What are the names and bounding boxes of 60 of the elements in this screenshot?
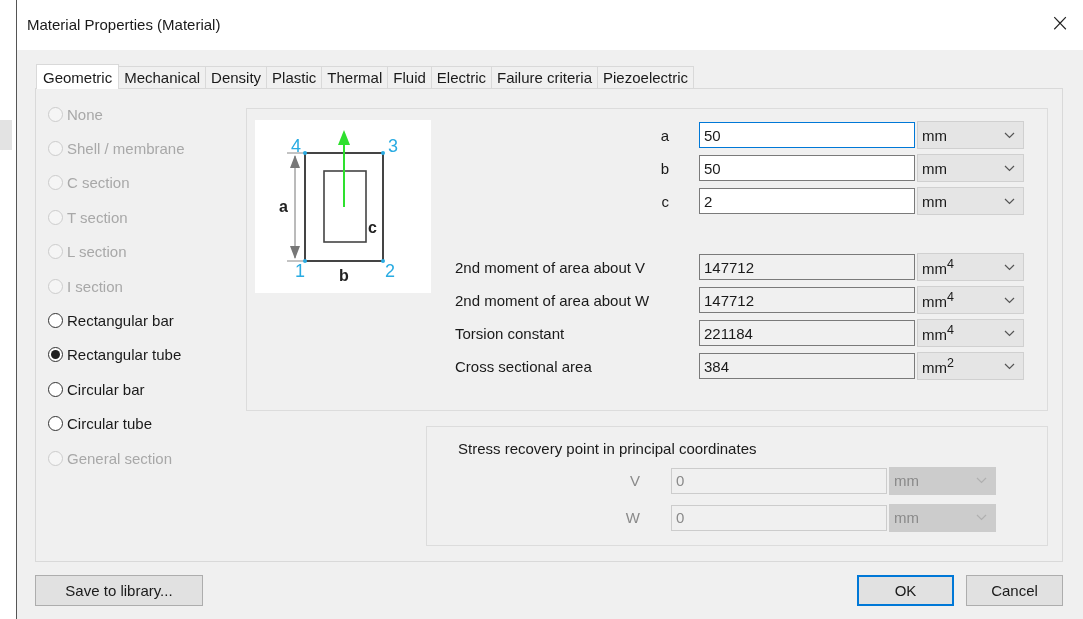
field-label: V bbox=[629, 472, 641, 489]
field-label: 2nd moment of area about V bbox=[454, 258, 647, 276]
chevron-down-icon bbox=[1004, 197, 1015, 205]
tab[interactable]: Geometric bbox=[36, 64, 120, 89]
field-label: W bbox=[624, 509, 641, 526]
input-field[interactable]: 147712 bbox=[699, 254, 915, 280]
section-type-radio[interactable]: Circular bar bbox=[48, 372, 246, 407]
tab[interactable]: Failure criteria bbox=[492, 66, 599, 88]
input-field[interactable]: 221184 bbox=[699, 320, 915, 346]
field-label: b bbox=[659, 159, 670, 177]
tab[interactable]: Thermal bbox=[322, 66, 389, 88]
input-field[interactable]: 2 bbox=[699, 188, 915, 214]
unit-dropdown[interactable]: mm$^{2}$ bbox=[917, 352, 1024, 380]
field-label: a bbox=[659, 126, 670, 144]
close-button[interactable]: × bbox=[1037, 3, 1083, 43]
dimension-label: b bbox=[339, 267, 349, 284]
corner-label: 2 bbox=[385, 261, 395, 281]
chevron-down-icon bbox=[1004, 164, 1015, 172]
unit-dropdown[interactable]: mm bbox=[917, 121, 1024, 149]
dimension-label: c bbox=[368, 219, 377, 236]
tab[interactable]: Plastic bbox=[267, 66, 323, 88]
chevron-down-icon bbox=[1004, 296, 1015, 304]
axis-arrow-icon bbox=[338, 130, 350, 208]
tab[interactable]: Electric bbox=[431, 66, 492, 88]
corner-label: 1 bbox=[295, 261, 305, 281]
unit-dropdown[interactable]: mm bbox=[917, 154, 1024, 182]
section-type-radio[interactable]: Circular tube bbox=[48, 406, 246, 441]
window-title: Material Properties (Material) bbox=[27, 15, 221, 33]
tab[interactable]: Mechanical bbox=[119, 66, 207, 88]
group-title: Stress recovery point in principal coordinates bbox=[458, 440, 758, 457]
chevron-down-icon bbox=[976, 514, 987, 521]
corner-label: 3 bbox=[388, 136, 398, 156]
unit-dropdown[interactable]: mm bbox=[917, 187, 1024, 215]
background-panel bbox=[0, 120, 12, 150]
section-type-radio[interactable]: Rectangular tube bbox=[48, 337, 246, 373]
unit-dropdown[interactable]: mm$^{4}$ bbox=[917, 286, 1024, 314]
field-label: c bbox=[660, 192, 670, 210]
input-field[interactable]: 147712 bbox=[699, 287, 915, 313]
unit-dropdown[interactable]: mm$^{4}$ bbox=[917, 253, 1024, 281]
chevron-down-icon bbox=[1004, 263, 1015, 271]
tab[interactable]: Piezoelectric bbox=[598, 66, 695, 88]
dialog-button[interactable]: Save to library... bbox=[35, 575, 203, 606]
input-field[interactable]: 384 bbox=[699, 353, 915, 379]
tab[interactable]: Density bbox=[206, 66, 268, 88]
field-label: 2nd moment of area about W bbox=[454, 291, 651, 309]
input-field[interactable]: 50 bbox=[699, 155, 915, 181]
dialog-button[interactable]: Cancel bbox=[966, 575, 1063, 606]
section-type-radio[interactable]: Rectangular bar bbox=[48, 303, 246, 338]
unit-dropdown[interactable]: mm$^{4}$ bbox=[917, 319, 1024, 347]
input-field[interactable]: 50 bbox=[699, 122, 915, 148]
dialog-button[interactable]: OK bbox=[857, 575, 954, 606]
chevron-down-icon bbox=[1004, 131, 1015, 139]
chevron-down-icon bbox=[976, 477, 987, 484]
chevron-down-icon bbox=[1004, 362, 1015, 370]
chevron-down-icon bbox=[1004, 329, 1015, 337]
dimension-label: a bbox=[279, 198, 288, 215]
corner-label: 4 bbox=[291, 136, 301, 156]
field-label: Cross sectional area bbox=[454, 357, 593, 375]
tab[interactable]: Fluid bbox=[388, 66, 432, 88]
field-label: Torsion constant bbox=[454, 324, 566, 342]
